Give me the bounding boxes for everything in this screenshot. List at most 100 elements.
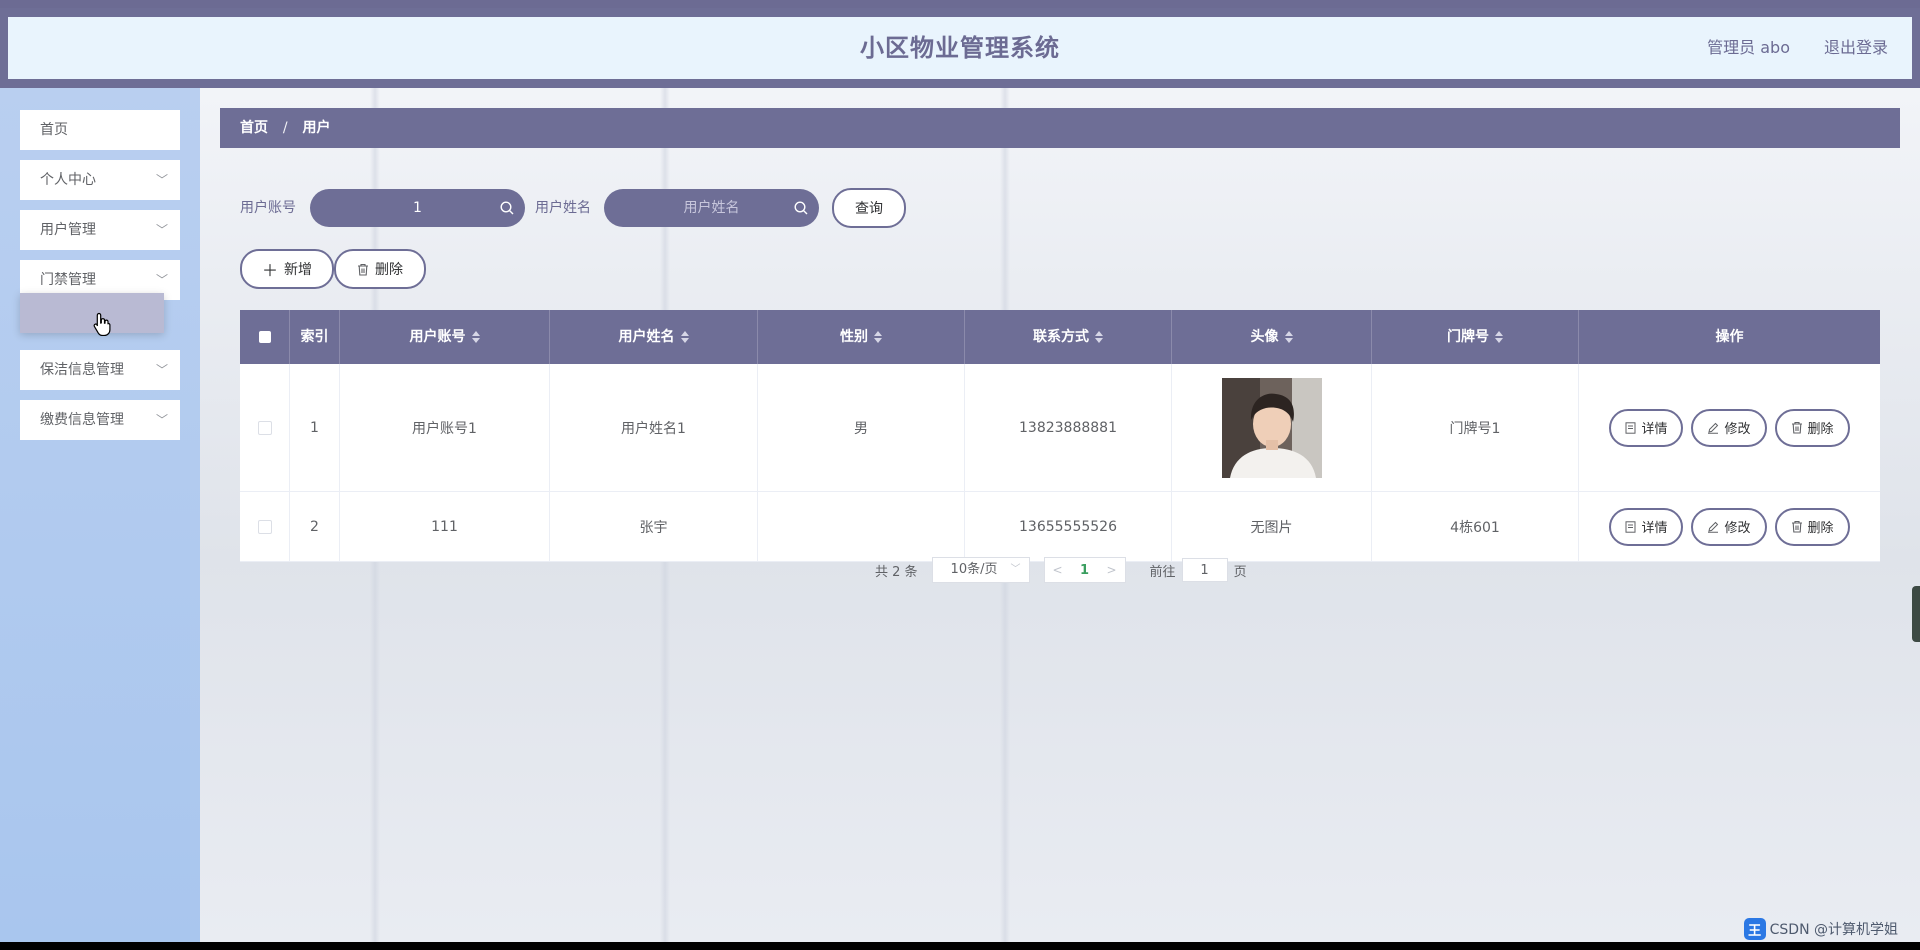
select-all-checkbox[interactable] [258, 331, 271, 343]
row-select-cell [240, 364, 290, 491]
detail-button-label: 详情 [1641, 422, 1668, 437]
sort-icon[interactable] [471, 331, 480, 343]
trash-icon [1791, 421, 1802, 434]
goto-prefix: 前往 [1149, 564, 1176, 580]
chevron-down-icon: ﹀ [155, 363, 168, 377]
sidebar-item-personal-center[interactable]: 个人中心 ﹀ [20, 160, 180, 200]
account-label: 用户账号 [240, 200, 296, 216]
cell-gender: 男 [758, 364, 965, 491]
account-search-input[interactable] [310, 189, 525, 227]
column-header-door[interactable]: 门牌号 [1372, 310, 1579, 364]
edit-button[interactable]: 修改 [1691, 408, 1767, 447]
trash-icon [1791, 520, 1802, 533]
row-checkbox[interactable] [257, 420, 272, 435]
sort-icon[interactable] [1284, 331, 1293, 343]
sidebar-item-label: 个人中心 [40, 172, 96, 188]
row-checkbox[interactable] [257, 519, 272, 534]
column-header-gender[interactable]: 性别 [758, 310, 965, 364]
search-icon[interactable] [499, 200, 515, 216]
column-header-phone[interactable]: 联系方式 [965, 310, 1172, 364]
sidebar-item-label: 缴费信息管理 [40, 412, 124, 428]
search-icon[interactable] [793, 200, 809, 216]
column-header-avatar[interactable]: 头像 [1172, 310, 1372, 364]
pager-controls: < 1 > [1043, 557, 1126, 583]
header: 小区物业管理系统 管理员 abo 退出登录 [0, 8, 1920, 88]
delete-button[interactable]: 删除 [1774, 408, 1850, 447]
batch-delete-button[interactable]: 删除 [334, 249, 426, 289]
page-size-value: 10条/页 [950, 562, 998, 577]
edit-icon [1708, 422, 1719, 434]
table-row: 1 用户账号1 用户姓名1 男 13823888881 门牌号1 详情 修改 删… [240, 364, 1880, 492]
detail-button[interactable]: 详情 [1609, 408, 1684, 447]
add-button[interactable]: ＋ 新增 [240, 249, 334, 289]
sidebar-item-cleaning-management[interactable]: 保洁信息管理 ﹀ [20, 350, 180, 390]
side-drawer-handle[interactable] [1912, 586, 1920, 642]
page-number[interactable]: 1 [1071, 563, 1099, 578]
query-button[interactable]: 查询 [832, 188, 906, 228]
app: 小区物业管理系统 管理员 abo 退出登录 首页 个人中心 ﹀ 用户管理 ﹀ 门… [0, 8, 1920, 942]
column-header-index: 索引 [290, 310, 340, 364]
table-row: 2 111 张宇 13655555526 无图片 4栋601 详情 修改 删除 [240, 492, 1880, 562]
cell-name: 用户姓名1 [550, 364, 758, 491]
watermark-badge: 王 [1743, 918, 1766, 940]
current-user: 管理员 abo [1707, 38, 1790, 57]
edit-button-label: 修改 [1724, 422, 1751, 437]
next-page-icon[interactable]: > [1099, 563, 1125, 577]
goto-suffix: 页 [1233, 564, 1247, 580]
sort-icon[interactable] [1095, 331, 1103, 343]
logout-link[interactable]: 退出登录 [1824, 17, 1888, 79]
cell-actions: 详情 修改 删除 [1579, 492, 1880, 561]
avatar-image [1221, 377, 1322, 478]
prev-page-icon[interactable]: < [1045, 563, 1071, 577]
submenu-popup[interactable] [20, 293, 164, 333]
edit-button-label: 修改 [1724, 521, 1751, 536]
app-title: 小区物业管理系统 [860, 34, 1060, 62]
column-header-name[interactable]: 用户姓名 [550, 310, 758, 364]
sort-icon[interactable] [874, 331, 882, 343]
add-button-label: 新增 [284, 262, 312, 278]
cell-name: 张宇 [550, 492, 758, 561]
cell-account: 111 [340, 492, 550, 561]
delete-button-label: 删除 [375, 262, 403, 278]
name-search-input[interactable] [604, 189, 819, 227]
sidebar-item-user-management[interactable]: 用户管理 ﹀ [20, 210, 180, 250]
document-icon [1625, 520, 1636, 533]
edit-button[interactable]: 修改 [1691, 507, 1767, 546]
sort-icon[interactable] [680, 331, 689, 343]
window-bottom-strip [0, 942, 1920, 950]
cell-account: 用户账号1 [340, 364, 550, 491]
select-all-cell [240, 310, 290, 364]
detail-button[interactable]: 详情 [1609, 507, 1684, 546]
edit-icon [1708, 521, 1719, 533]
delete-button-label: 删除 [1807, 521, 1834, 536]
breadcrumb: 首页 / 用户 [220, 108, 1900, 148]
watermark-text: CSDN @计算机学姐 [1769, 922, 1898, 938]
cell-phone: 13655555526 [965, 492, 1172, 561]
cell-index: 2 [290, 492, 340, 561]
cell-index: 1 [290, 364, 340, 491]
chevron-down-icon: ﹀ [1010, 564, 1021, 575]
sidebar-item-label: 保洁信息管理 [40, 362, 124, 378]
sidebar-item-home[interactable]: 首页 [20, 110, 180, 150]
breadcrumb-current: 用户 [302, 120, 331, 136]
name-label: 用户姓名 [535, 200, 591, 216]
user-table: 索引 用户账号 用户姓名 性别 联系方式 头像 门牌号 操作 1 用户账号1 用… [240, 310, 1880, 562]
sidebar-item-payment-management[interactable]: 缴费信息管理 ﹀ [20, 400, 180, 440]
query-button-label: 查询 [855, 201, 883, 217]
page-size-select[interactable]: 10条/页 ﹀ [931, 557, 1030, 583]
sidebar: 首页 个人中心 ﹀ 用户管理 ﹀ 门禁管理 ﹀ 保洁信息管理 ﹀ 缴费信息管理 … [0, 88, 200, 942]
document-icon [1625, 421, 1636, 434]
delete-button[interactable]: 删除 [1774, 507, 1850, 546]
goto-page-input[interactable] [1181, 558, 1228, 582]
cell-door: 4栋601 [1372, 492, 1579, 561]
trash-icon [358, 263, 368, 276]
cell-avatar: 无图片 [1172, 492, 1372, 561]
column-header-account[interactable]: 用户账号 [340, 310, 550, 364]
plus-icon: ＋ [261, 261, 278, 280]
cell-door: 门牌号1 [1372, 364, 1579, 491]
hand-cursor-icon [93, 312, 111, 336]
cell-gender [758, 492, 965, 561]
breadcrumb-home[interactable]: 首页 [240, 120, 268, 136]
detail-button-label: 详情 [1641, 521, 1668, 536]
sort-icon[interactable] [1495, 331, 1503, 343]
